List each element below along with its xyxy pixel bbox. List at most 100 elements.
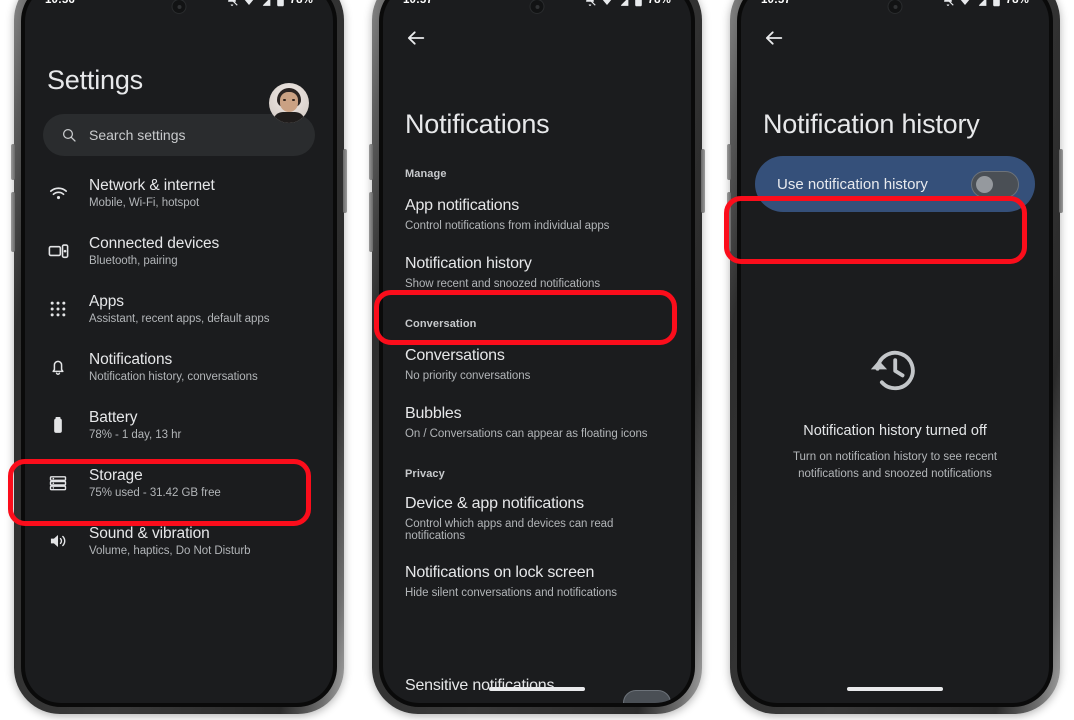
item-title: Network & internet: [89, 177, 215, 194]
sidebar-item-text: Battery 78% - 1 day, 13 hr: [89, 409, 181, 441]
sidebar-item-battery[interactable]: Battery 78% - 1 day, 13 hr: [25, 396, 333, 454]
avatar-image: [269, 83, 309, 123]
item-title: Apps: [89, 293, 124, 310]
row-title: Notifications on lock screen: [405, 563, 595, 581]
sidebar-item-connected-devices[interactable]: Connected devices Bluetooth, pairing: [25, 222, 333, 280]
use-notification-history-toggle[interactable]: [971, 170, 1019, 198]
row-title: Conversations: [405, 346, 505, 364]
row-subtitle: No priority conversations: [405, 369, 531, 382]
gesture-bar[interactable]: [847, 687, 943, 691]
bell-icon: [45, 357, 71, 377]
wifi-icon: [244, 0, 253, 5]
row-device-app-notifications[interactable]: Device & app notifications Control which…: [383, 486, 691, 553]
battery-icon: [45, 415, 71, 435]
sensitive-notifications-toggle[interactable]: [623, 690, 671, 703]
wifi-icon: [602, 0, 611, 5]
account-avatar[interactable]: [269, 83, 309, 123]
volume-down-button[interactable]: [369, 192, 373, 252]
mobile-signal-roaming-icon: R: [259, 0, 271, 6]
back-arrow-icon: [765, 31, 783, 45]
battery-percent: 78%: [289, 0, 313, 6]
sidebar-item-apps[interactable]: Apps Assistant, recent apps, default app…: [25, 280, 333, 338]
avatar-body: [273, 112, 305, 123]
section-header-conversation: Conversation: [405, 318, 477, 330]
page-title: Notifications: [405, 109, 550, 139]
connected-devices-icon: [45, 241, 71, 262]
power-button[interactable]: [701, 149, 705, 213]
phone-1-slot: 10:56 R: [0, 0, 358, 720]
empty-state: Notification history turned off Turn on …: [741, 345, 1049, 482]
battery-icon: [276, 0, 284, 7]
back-button[interactable]: [741, 15, 1049, 61]
use-notification-history-row[interactable]: Use notification history: [755, 156, 1035, 212]
row-subtitle: Show recent and snoozed notifications: [405, 277, 601, 290]
battery-icon: [634, 0, 642, 7]
sidebar-item-sound[interactable]: Sound & vibration Volume, haptics, Do No…: [25, 512, 333, 570]
back-button[interactable]: [383, 15, 691, 61]
ringer-off-icon: [585, 0, 596, 6]
notifications-screen: 10:57 R: [383, 0, 691, 703]
wifi-icon: [45, 183, 71, 204]
row-notification-history[interactable]: Notification history Show recent and sno…: [383, 244, 691, 302]
row-text: Notification history Show recent and sno…: [405, 255, 600, 290]
row-app-notifications[interactable]: App notifications Control notifications …: [383, 186, 691, 244]
item-title: Notifications: [89, 351, 173, 368]
gesture-bar[interactable]: [489, 687, 585, 691]
settings-page: Settings Search settings Network & inter…: [25, 65, 333, 703]
status-time: 10:56: [45, 0, 75, 6]
sidebar-item-storage[interactable]: Storage 75% used - 31.42 GB free: [25, 454, 333, 512]
item-subtitle: Volume, haptics, Do Not Disturb: [89, 545, 251, 557]
volume-up-button[interactable]: [369, 144, 373, 180]
phone-device-notification-history: 10:57 R: [727, 0, 1063, 714]
item-subtitle: Mobile, Wi-Fi, hotspot: [89, 197, 200, 209]
row-title: App notifications: [405, 196, 520, 214]
empty-state-title: Notification history turned off: [803, 423, 987, 439]
volume-up-button[interactable]: [727, 144, 731, 180]
battery-percent: 78%: [647, 0, 671, 6]
search-placeholder: Search settings: [89, 127, 186, 143]
search-icon: [62, 128, 76, 142]
row-conversations[interactable]: Conversations No priority conversations: [383, 336, 691, 394]
status-bar: 10:57 R: [383, 0, 691, 15]
row-text: Notifications on lock screen Hide silent…: [405, 564, 617, 599]
row-title: Notification history: [405, 254, 532, 272]
row-text: Conversations No priority conversations: [405, 347, 530, 382]
item-title: Connected devices: [89, 235, 220, 252]
avatar-eye-right: [292, 99, 295, 101]
sidebar-item-text: Sound & vibration Volume, haptics, Do No…: [89, 525, 251, 557]
item-subtitle: Notification history, conversations: [89, 371, 258, 383]
notification-history-screen: 10:57 R: [741, 0, 1049, 703]
toggle-label: Use notification history: [777, 175, 928, 193]
item-subtitle: Bluetooth, pairing: [89, 255, 178, 267]
ringer-off-icon: [227, 0, 238, 6]
sidebar-item-notifications[interactable]: Notifications Notification history, conv…: [25, 338, 333, 396]
row-text: Bubbles On / Conversations can appear as…: [405, 405, 648, 440]
volume-up-button[interactable]: [11, 144, 15, 180]
row-notifications-lock-screen[interactable]: Notifications on lock screen Hide silent…: [383, 553, 691, 611]
item-subtitle: Assistant, recent apps, default apps: [89, 313, 270, 325]
status-icon-group: R 78%: [225, 0, 313, 7]
volume-icon: [45, 531, 71, 551]
sidebar-item-network[interactable]: Network & internet Mobile, Wi-Fi, hotspo…: [25, 164, 333, 222]
power-button[interactable]: [1059, 149, 1063, 213]
row-title: Device & app notifications: [405, 495, 584, 512]
toggle-knob: [976, 175, 993, 193]
sidebar-item-text: Apps Assistant, recent apps, default app…: [89, 293, 269, 325]
item-subtitle: 75% used - 31.42 GB free: [89, 487, 221, 499]
status-time: 10:57: [761, 0, 791, 6]
volume-down-button[interactable]: [11, 192, 15, 252]
row-bubbles[interactable]: Bubbles On / Conversations can appear as…: [383, 394, 691, 452]
settings-list: Network & internet Mobile, Wi-Fi, hotspo…: [25, 164, 333, 570]
item-subtitle: 78% - 1 day, 13 hr: [89, 429, 182, 441]
row-title: Sensitive notifications: [405, 677, 555, 694]
item-title: Storage: [89, 467, 143, 484]
item-title: Sound & vibration: [89, 525, 210, 542]
status-icon-group: R 78%: [583, 0, 671, 7]
apps-grid-icon: [45, 299, 71, 319]
battery-icon: [992, 0, 1000, 7]
settings-screen: 10:56 R: [25, 0, 333, 703]
volume-down-button[interactable]: [727, 192, 731, 252]
avatar-eye-left: [283, 99, 286, 101]
power-button[interactable]: [343, 149, 347, 213]
status-icon-group: R 78%: [941, 0, 1029, 7]
